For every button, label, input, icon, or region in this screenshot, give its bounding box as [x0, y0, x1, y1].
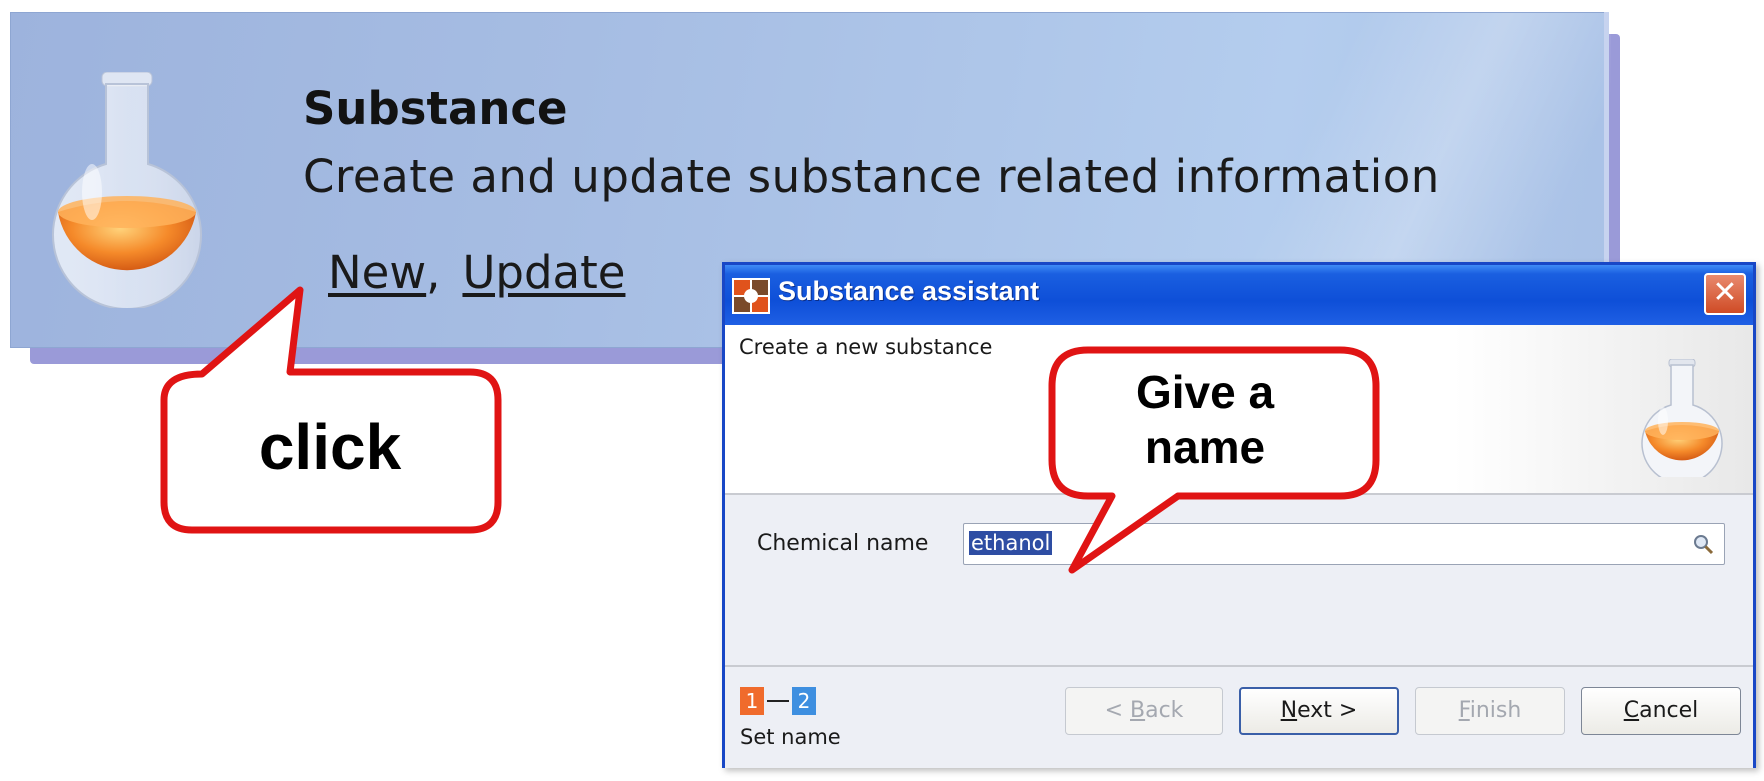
- give-name-callout: [1048, 346, 1380, 574]
- give-name-line-1: Give a: [1135, 366, 1275, 418]
- give-name-line-2: name: [1144, 421, 1266, 473]
- give-name-callout-text: Give a name: [1040, 365, 1370, 475]
